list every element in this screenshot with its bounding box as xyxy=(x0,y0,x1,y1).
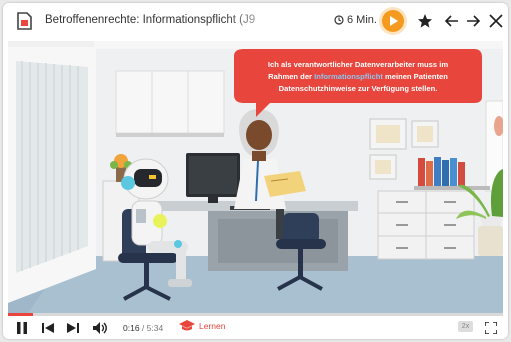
speech-line-2-post: meinen Patienten xyxy=(383,72,448,81)
graduation-cap-icon xyxy=(179,320,195,331)
speech-line-2-pre: Rahmen der xyxy=(268,72,314,81)
player-controls: 0:16 / 5:34 Lernen 2x xyxy=(3,317,508,339)
skip-forward-icon[interactable] xyxy=(67,322,79,334)
close-icon[interactable] xyxy=(487,12,505,30)
current-time: 0:16 xyxy=(123,323,140,333)
speech-line-1: Ich als verantwortlicher Datenverarbeite… xyxy=(268,60,448,69)
video-player[interactable]: Ich als verantwortlicher Datenverarbeite… xyxy=(8,41,503,313)
play-icon[interactable] xyxy=(382,10,404,32)
star-icon[interactable] xyxy=(416,12,434,30)
speech-highlight: Informationspflicht xyxy=(314,72,383,81)
learn-button[interactable]: Lernen xyxy=(179,320,225,332)
lesson-header: Betroffenenrechte: Informationspflicht (… xyxy=(3,3,508,39)
time-separator: / xyxy=(139,323,147,333)
speech-line-2: Rahmen der Informationspflicht meinen Pa… xyxy=(268,72,448,81)
lesson-window: Betroffenenrechte: Informationspflicht (… xyxy=(3,3,508,339)
total-time: 5:34 xyxy=(146,323,164,333)
office-scene-illustration: Ich als verantwortlicher Datenverarbeite… xyxy=(8,41,503,313)
document-icon xyxy=(17,12,32,30)
progress-fill xyxy=(8,313,33,316)
time-display: 0:16 / 5:34 xyxy=(123,323,163,333)
title-fade xyxy=(223,11,313,33)
arrow-right-icon[interactable] xyxy=(464,12,482,30)
window xyxy=(8,41,100,303)
speech-line-3: Datenschutzhinweise zur Verfügung stelle… xyxy=(279,84,438,93)
volume-icon[interactable] xyxy=(93,322,109,334)
duration-label: 6 Min. xyxy=(334,14,377,26)
arrow-left-icon[interactable] xyxy=(443,12,461,30)
duration-text: 6 Min. xyxy=(347,14,377,26)
pause-icon[interactable] xyxy=(16,322,28,334)
progress-bar[interactable] xyxy=(8,313,503,316)
learn-label: Lernen xyxy=(199,321,226,331)
speed-button[interactable]: 2x xyxy=(458,321,473,332)
clock-icon xyxy=(334,15,344,25)
fullscreen-icon[interactable] xyxy=(485,322,497,334)
skip-back-icon[interactable] xyxy=(42,322,54,334)
